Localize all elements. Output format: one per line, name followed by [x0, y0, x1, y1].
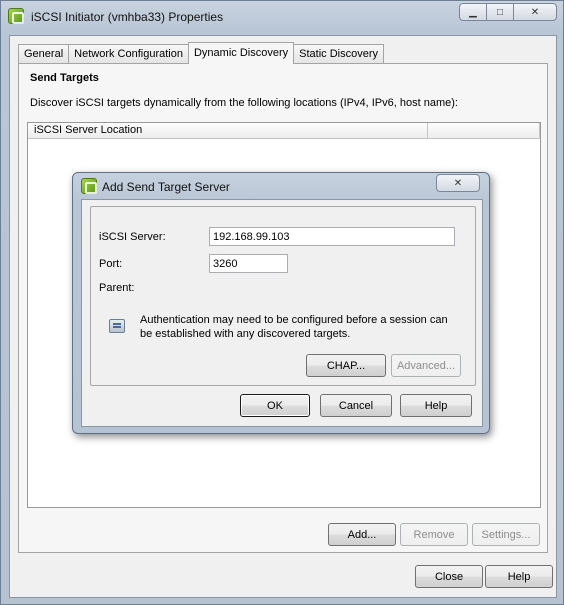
minimize-icon: ▁ — [469, 6, 477, 18]
close-window-button[interactable]: ✕ — [513, 3, 557, 21]
iscsi-server-input[interactable] — [209, 227, 455, 246]
maximize-button[interactable]: □ — [486, 3, 514, 21]
dialog-client-area: iSCSI Server: Port: Parent: Authenticati… — [81, 199, 483, 427]
tab-general[interactable]: General — [18, 44, 70, 64]
minimize-button[interactable]: ▁ — [459, 3, 487, 21]
dialog-close-button[interactable]: ✕ — [436, 174, 480, 192]
send-targets-heading: Send Targets — [30, 72, 99, 84]
port-label: Port: — [99, 258, 123, 270]
tab-strip: General Network Configuration Dynamic Di… — [18, 42, 384, 64]
help-button[interactable]: Help — [485, 565, 553, 588]
authentication-info-text: Authentication may need to be configured… — [140, 313, 448, 341]
ok-button[interactable]: OK — [240, 394, 310, 417]
window-title: iSCSI Initiator (vmhba33) Properties — [31, 10, 224, 24]
column-header-server-location[interactable]: iSCSI Server Location — [28, 123, 428, 139]
close-icon: ✕ — [530, 6, 540, 18]
dialog-title: Add Send Target Server — [102, 180, 230, 194]
add-send-target-dialog: Add Send Target Server ✕ iSCSI Server: P… — [72, 172, 490, 434]
tab-static-discovery[interactable]: Static Discovery — [293, 44, 384, 64]
list-header: iSCSI Server Location — [28, 123, 540, 139]
dialog-help-button[interactable]: Help — [400, 394, 472, 417]
tab-dynamic-discovery[interactable]: Dynamic Discovery — [187, 42, 295, 64]
advanced-button[interactable]: Advanced... — [391, 354, 461, 377]
cancel-button[interactable]: Cancel — [320, 394, 392, 417]
info-line-2: be established with any discovered targe… — [140, 328, 351, 340]
caption-buttons: ▁ □ ✕ — [459, 3, 557, 23]
vsphere-dialog-icon — [81, 178, 97, 194]
information-icon — [109, 319, 125, 333]
close-icon: ✕ — [453, 177, 463, 189]
remove-button[interactable]: Remove — [400, 523, 468, 546]
send-targets-description: Discover iSCSI targets dynamically from … — [30, 97, 458, 109]
info-line-1: Authentication may need to be configured… — [140, 314, 448, 326]
maximize-icon: □ — [496, 6, 504, 18]
settings-button[interactable]: Settings... — [472, 523, 540, 546]
target-server-groupbox: iSCSI Server: Port: Parent: Authenticati… — [90, 206, 476, 386]
close-button[interactable]: Close — [415, 565, 483, 588]
tab-network-configuration[interactable]: Network Configuration — [68, 44, 189, 64]
port-input[interactable] — [209, 254, 288, 273]
parent-label: Parent: — [99, 282, 135, 294]
window-titlebar[interactable]: iSCSI Initiator (vmhba33) Properties ▁ □… — [1, 1, 563, 33]
add-button[interactable]: Add... — [328, 523, 396, 546]
chap-button[interactable]: CHAP... — [306, 354, 386, 377]
column-header-empty[interactable] — [428, 123, 540, 139]
iscsi-server-label: iSCSI Server: — [99, 231, 166, 243]
vsphere-app-icon — [8, 8, 24, 24]
